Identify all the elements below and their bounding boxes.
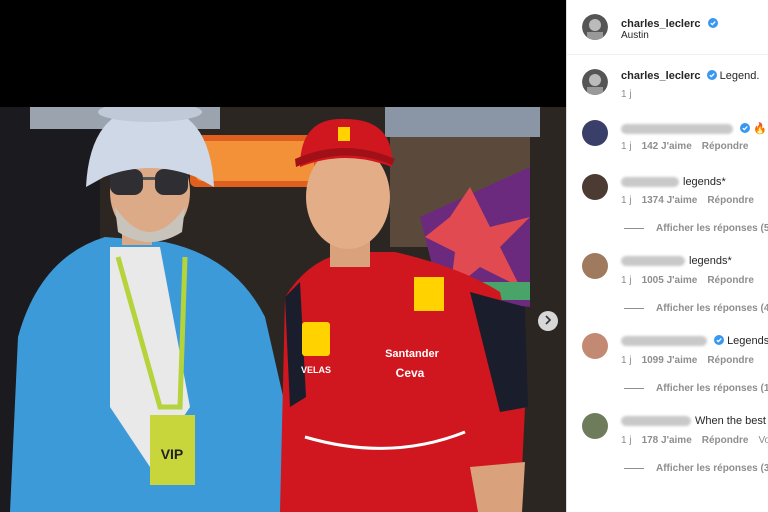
svg-text:VELAS: VELAS (301, 365, 331, 375)
next-photo-button[interactable] (538, 311, 558, 331)
comment-row: legends* 1 j 1374 J'aime Répondre Afficher… (567, 170, 768, 240)
comment-row: Legends 1 j 1099 J'aime Répondre Afficher … (567, 331, 768, 401)
view-replies-label: Afficher les réponses (4 (656, 303, 768, 314)
post-location[interactable]: Austin (621, 30, 649, 41)
commenter-username[interactable] (621, 124, 733, 135)
caption-row: charles_leclerc Legend. 1 j (567, 62, 768, 102)
commenter-avatar[interactable] (582, 333, 608, 359)
comments-panel: charles_leclerc Austin charles_leclerc L… (566, 0, 768, 512)
commenter-avatar[interactable] (582, 413, 608, 439)
caption-username[interactable]: charles_leclerc (621, 70, 701, 82)
post-header: charles_leclerc Austin (567, 0, 768, 55)
divider-line (624, 227, 644, 229)
post-photo: VIP Santander Ceva VELAS (0, 107, 566, 512)
commenter-username[interactable] (621, 256, 685, 267)
divider-line (624, 307, 644, 309)
comment-time: 1 j (621, 141, 632, 152)
commenter-username[interactable] (621, 336, 707, 347)
view-replies-label: Afficher les réponses (3 (656, 463, 768, 474)
view-replies-button[interactable]: Afficher les réponses (3 (624, 463, 768, 474)
svg-text:Ceva: Ceva (396, 366, 425, 380)
reply-button[interactable]: Répondre (702, 141, 749, 152)
photo-illustration: VIP Santander Ceva VELAS (0, 107, 566, 512)
caption-time: 1 j (621, 89, 632, 100)
comment-text: legends* (689, 255, 732, 267)
view-replies-label: Afficher les réponses (5 (656, 223, 768, 234)
verified-icon (740, 123, 750, 133)
reply-button[interactable]: Répondre (707, 195, 754, 206)
comment-likes[interactable]: 1005 J'aime (642, 275, 698, 286)
author-username[interactable]: charles_leclerc (621, 18, 701, 30)
comment-row: 🔥 1 j 142 J'aime Répondre (567, 116, 768, 156)
reply-button[interactable]: Répondre (702, 435, 749, 446)
comment-text: legends* (683, 176, 726, 188)
view-replies-label: Afficher les réponses (1 (656, 383, 768, 394)
comment-time: 1 j (621, 355, 632, 366)
comment-likes[interactable]: 178 J'aime (642, 435, 692, 446)
svg-text:Santander: Santander (385, 348, 440, 360)
comment-likes[interactable]: 1374 J'aime (642, 195, 698, 206)
comment-text: When the best (695, 415, 766, 427)
post-media: VIP Santander Ceva VELAS (0, 0, 566, 512)
comment-text: Legends (727, 335, 768, 347)
caption-text: Legend. (719, 70, 760, 82)
reply-button[interactable]: Répondre (707, 275, 754, 286)
chevron-right-icon (544, 312, 552, 330)
divider-line (624, 467, 644, 469)
commenter-avatar[interactable] (582, 253, 608, 279)
comment-text: 🔥 (753, 123, 767, 135)
view-replies-button[interactable]: Afficher les réponses (5 (624, 223, 768, 234)
comment-time: 1 j (621, 195, 632, 206)
comment-row: When the best 1 j 178 J'aime Répondre Vo Af… (567, 411, 768, 481)
svg-text:VIP: VIP (161, 446, 184, 462)
comment-likes[interactable]: 1099 J'aime (642, 355, 698, 366)
view-replies-button[interactable]: Afficher les réponses (4 (624, 303, 768, 314)
comment-extra[interactable]: Vo (758, 435, 768, 446)
verified-icon (707, 15, 718, 28)
verified-icon (706, 70, 717, 80)
reply-button[interactable]: Répondre (707, 355, 754, 366)
comment-likes[interactable]: 142 J'aime (642, 141, 692, 152)
comment-row: legends* 1 j 1005 J'aime Répondre Afficher… (567, 251, 768, 321)
commenter-avatar[interactable] (582, 120, 608, 146)
view-replies-button[interactable]: Afficher les réponses (1 (624, 383, 768, 394)
commenter-username[interactable] (621, 416, 691, 427)
verified-icon (714, 335, 724, 345)
author-avatar[interactable] (582, 14, 608, 40)
divider-line (624, 387, 644, 389)
commenter-avatar[interactable] (582, 174, 608, 200)
caption-avatar[interactable] (582, 69, 608, 95)
commenter-username[interactable] (621, 177, 679, 188)
comment-time: 1 j (621, 435, 632, 446)
comment-time: 1 j (621, 275, 632, 286)
